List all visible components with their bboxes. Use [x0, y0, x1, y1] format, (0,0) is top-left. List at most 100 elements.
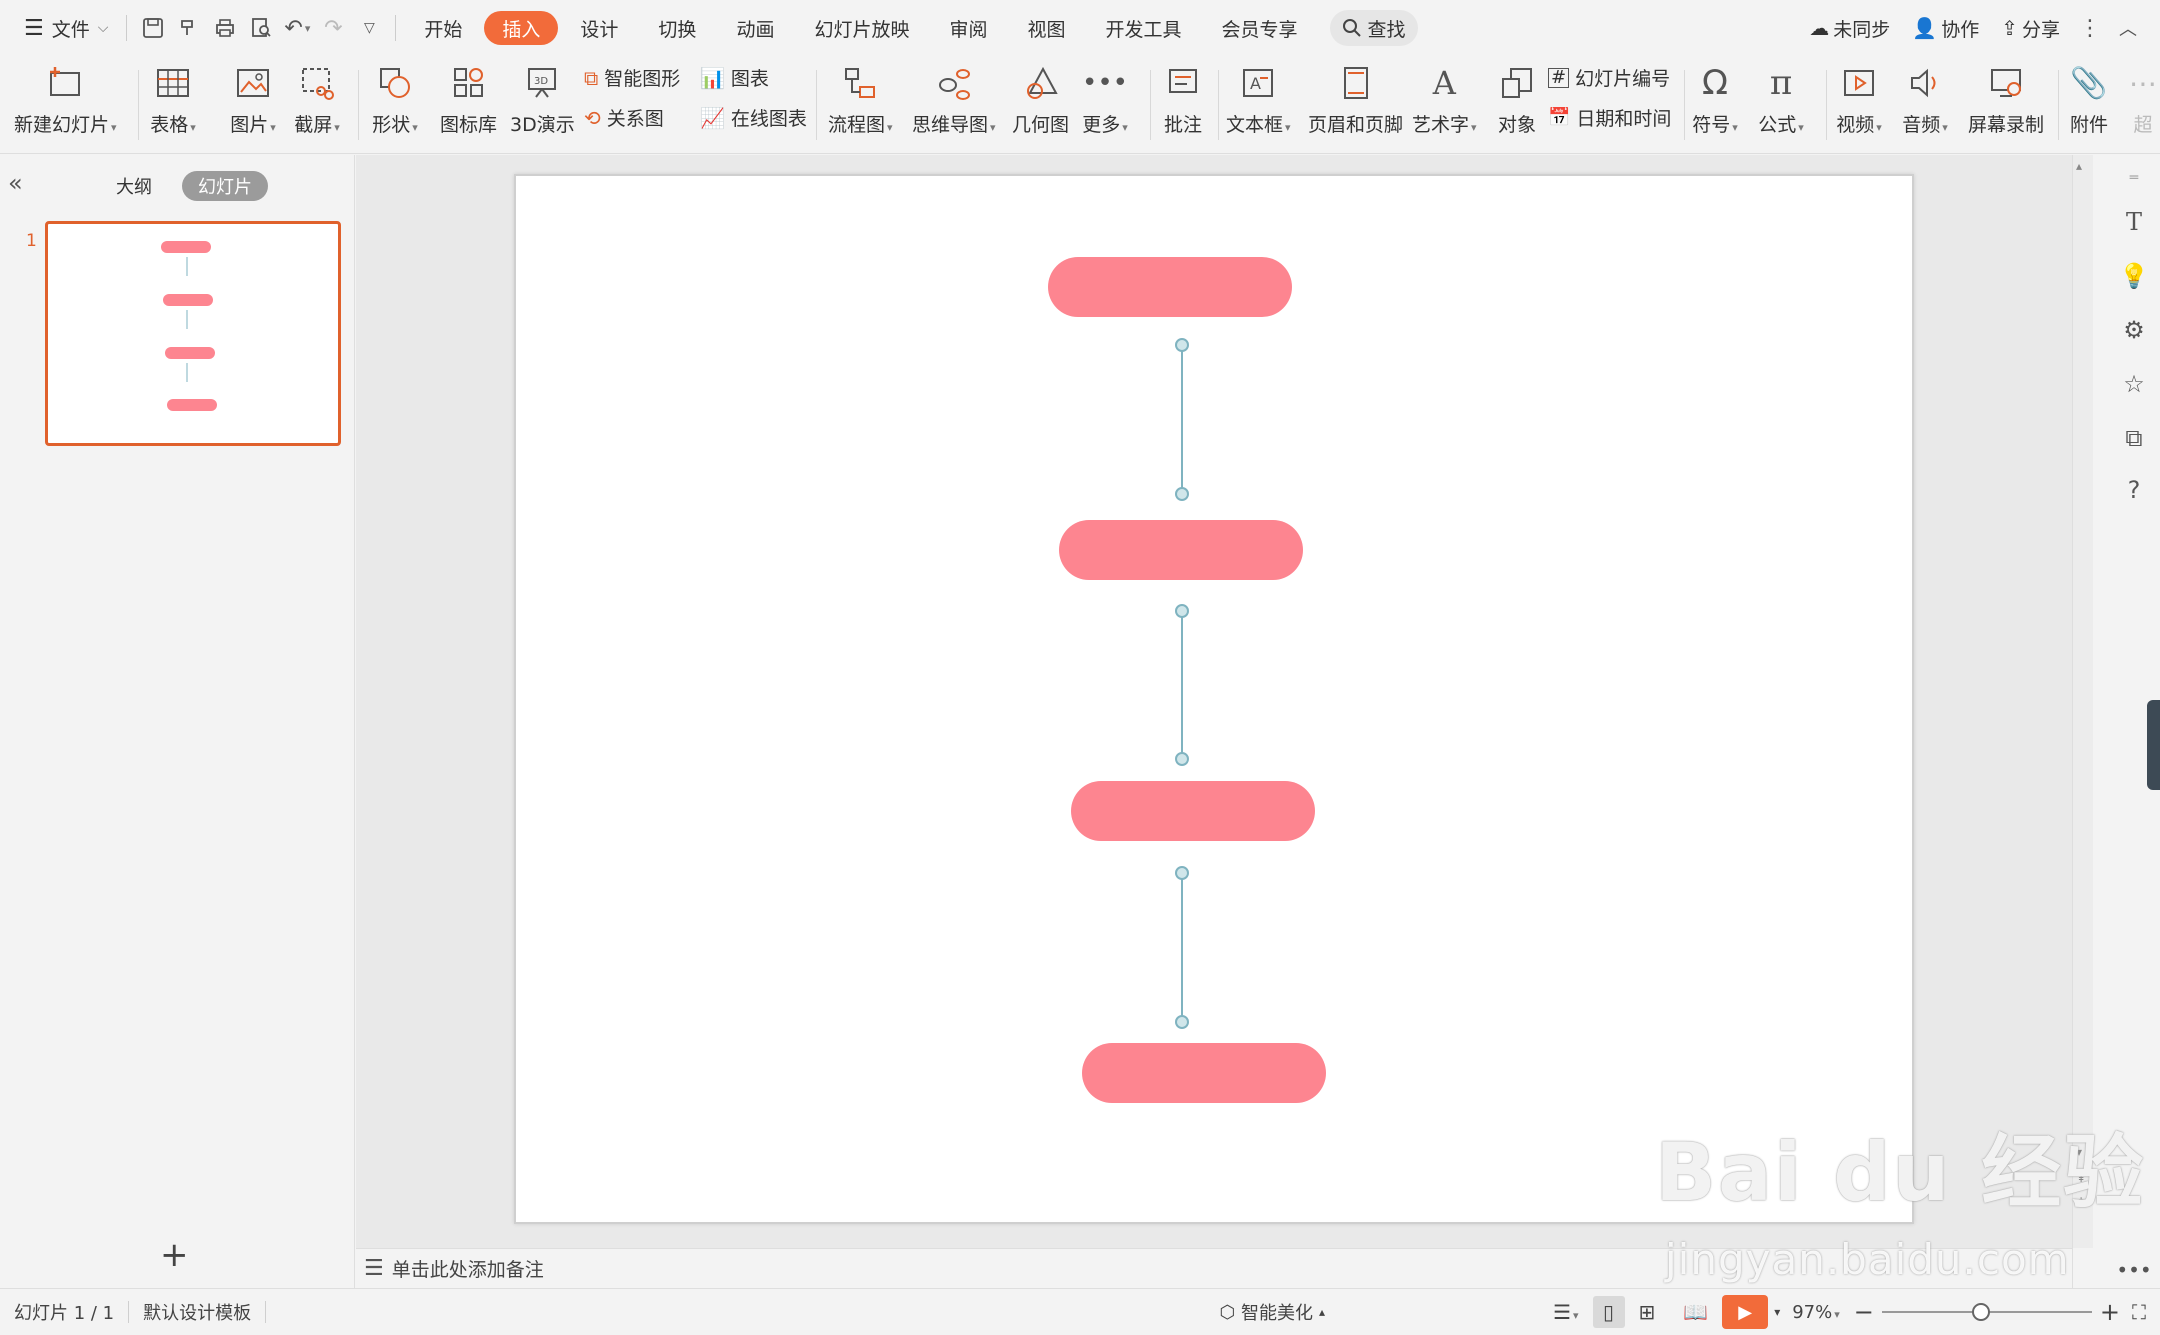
tab-developer[interactable]: 开发工具	[1088, 11, 1200, 45]
tab-animation[interactable]: 动画	[718, 11, 792, 45]
mindmap-button[interactable]: 思维导图 ▾	[912, 60, 996, 137]
tab-slides[interactable]: 幻灯片	[182, 171, 268, 201]
connector-start-handle[interactable]	[1175, 338, 1189, 352]
screenshot-button[interactable]: 截屏 ▾	[294, 60, 340, 137]
tab-design[interactable]: 设计	[562, 11, 636, 45]
zoom-out-icon[interactable]: −	[1846, 1298, 1882, 1326]
scroll-up-icon[interactable]: ▴	[2076, 159, 2082, 173]
flow-node-1[interactable]	[1048, 257, 1292, 317]
reading-view-icon[interactable]: 📖	[1669, 1300, 1722, 1324]
collapse-panel-icon[interactable]: «	[8, 169, 23, 197]
tab-insert[interactable]: 插入	[484, 11, 559, 45]
ribbon-overflow[interactable]: ⋯ 超	[2120, 60, 2160, 137]
format-painter-icon[interactable]	[171, 8, 207, 48]
zoom-in-icon[interactable]: +	[2092, 1298, 2128, 1326]
help-icon[interactable]: ?	[2119, 475, 2149, 505]
online-chart-button[interactable]: 📈 在线图表	[700, 104, 807, 131]
add-slide-button[interactable]: +	[160, 1235, 189, 1275]
header-footer-button[interactable]: 页眉和页脚	[1308, 60, 1403, 137]
symbol-button[interactable]: Ω 符号 ▾	[1692, 60, 1738, 137]
attachment-button[interactable]: 📎 附件	[2066, 60, 2112, 137]
connector-start-handle[interactable]	[1175, 866, 1189, 880]
flow-node-4[interactable]	[1082, 1043, 1326, 1103]
textbox-button[interactable]: A 文本框 ▾	[1226, 60, 1291, 137]
connector-start-handle[interactable]	[1175, 604, 1189, 618]
flow-node-3[interactable]	[1071, 781, 1315, 841]
slide-thumbnail[interactable]	[45, 221, 341, 446]
vertical-scrollbar[interactable]: ▴ ▾ ⇞ ⇟	[2073, 155, 2093, 1248]
undo-icon[interactable]: ↶ ▾	[279, 8, 315, 48]
search-button[interactable]: 查找	[1329, 10, 1418, 46]
comment-button[interactable]: 批注	[1160, 60, 1206, 137]
picture-button[interactable]: 图片 ▾	[230, 60, 276, 137]
more-horizontal-icon[interactable]: •••	[2116, 1255, 2151, 1285]
zoom-level[interactable]: 97% ▾	[1786, 1302, 1846, 1323]
wordart-button[interactable]: A 艺术字 ▾	[1412, 60, 1477, 137]
share-button[interactable]: ⇪ 分享	[1997, 8, 2064, 48]
file-menu[interactable]: ☰ 文件 ⌵	[14, 8, 118, 48]
flowchart-button[interactable]: 流程图 ▾	[828, 60, 893, 137]
print-preview-icon[interactable]	[243, 8, 279, 48]
connector-end-handle[interactable]	[1175, 1015, 1189, 1029]
connector-line-2[interactable]	[1181, 617, 1183, 753]
sync-status[interactable]: ☁ 未同步	[1805, 8, 1894, 48]
zoom-slider-knob[interactable]	[1971, 1303, 1990, 1321]
3d-demo-button[interactable]: 3D 3D演示	[510, 60, 575, 137]
connector-line-3[interactable]	[1181, 879, 1183, 1016]
animation-star-icon[interactable]: ☆	[2119, 369, 2149, 399]
redo-icon[interactable]: ↷	[315, 8, 351, 48]
grid-view-icon[interactable]: ⊞	[1625, 1300, 1670, 1324]
play-slideshow-button[interactable]: ▶	[1722, 1295, 1769, 1329]
print-icon[interactable]	[207, 8, 243, 48]
tab-transition[interactable]: 切换	[640, 11, 714, 45]
geometry-button[interactable]: 几何图	[1012, 60, 1069, 137]
more-options-icon[interactable]: ⋮	[2078, 8, 2102, 48]
slide-number-button[interactable]: # 幻灯片编号	[1548, 64, 1670, 91]
formula-button[interactable]: π 公式 ▾	[1758, 60, 1804, 137]
zoom-slider[interactable]	[1881, 1303, 2092, 1321]
play-options-icon[interactable]: ▾	[1768, 1305, 1786, 1319]
geometry-label: 几何图	[1012, 114, 1070, 136]
more-button[interactable]: ••• 更多 ▾	[1082, 60, 1128, 137]
flow-node-2[interactable]	[1059, 520, 1303, 580]
collaborate-button[interactable]: 👤 协作	[1908, 8, 1983, 48]
new-slide-button[interactable]: 新建幻灯片 ▾	[14, 60, 117, 137]
tab-start[interactable]: 开始	[406, 11, 480, 45]
smart-art-button[interactable]: ⧉ 智能图形	[584, 64, 680, 91]
smart-beautify-button[interactable]: ⬡ 智能美化 ▴	[1205, 1299, 1339, 1325]
settings-sliders-icon[interactable]: ⚙	[2119, 315, 2149, 345]
customize-toolbar-icon[interactable]: ▽	[351, 8, 387, 48]
table-button[interactable]: 表格 ▾	[150, 60, 196, 137]
connector-line-1[interactable]	[1181, 351, 1183, 489]
tab-view[interactable]: 视图	[1009, 11, 1083, 45]
datetime-label: 日期和时间	[1576, 108, 1672, 130]
normal-view-icon[interactable]: ▯	[1592, 1296, 1625, 1328]
slide-transition-icon[interactable]: ⧉	[2119, 423, 2149, 453]
shape-button[interactable]: 形状 ▾	[372, 60, 418, 137]
connector-end-handle[interactable]	[1175, 752, 1189, 766]
video-button[interactable]: 视频 ▾	[1836, 60, 1882, 137]
chart-button[interactable]: 📊 图表	[700, 64, 769, 91]
save-icon[interactable]	[135, 8, 171, 48]
collapse-ribbon-icon[interactable]: ︿	[2116, 8, 2140, 48]
audio-button[interactable]: 音频 ▾	[1902, 60, 1948, 137]
lightbulb-icon[interactable]: 💡	[2119, 261, 2149, 291]
paperclip-icon: 📎	[2070, 65, 2108, 101]
object-button[interactable]: 对象	[1494, 60, 1540, 137]
icon-library-button[interactable]: 图标库	[440, 60, 497, 137]
tab-slideshow[interactable]: 幻灯片放映	[796, 11, 927, 45]
datetime-button[interactable]: 📅 日期和时间	[1548, 104, 1671, 131]
slide-canvas[interactable]	[514, 174, 1914, 1224]
divider	[816, 70, 817, 140]
connector-end-handle[interactable]	[1175, 487, 1189, 501]
tab-review[interactable]: 审阅	[931, 11, 1005, 45]
screen-record-button[interactable]: 屏幕录制	[1968, 60, 2044, 137]
notes-toggle-icon[interactable]: ☰ ▾	[1539, 1300, 1592, 1324]
fit-window-icon[interactable]: ⛶	[2128, 1300, 2160, 1324]
relation-chart-button[interactable]: ⟲ 关系图	[584, 104, 664, 131]
tab-outline[interactable]: 大纲	[100, 171, 168, 201]
side-drawer-handle[interactable]	[2147, 700, 2160, 790]
text-format-icon[interactable]: T	[2119, 207, 2149, 237]
tab-member[interactable]: 会员专享	[1204, 11, 1316, 45]
template-name[interactable]: 默认设计模板	[129, 1299, 265, 1325]
